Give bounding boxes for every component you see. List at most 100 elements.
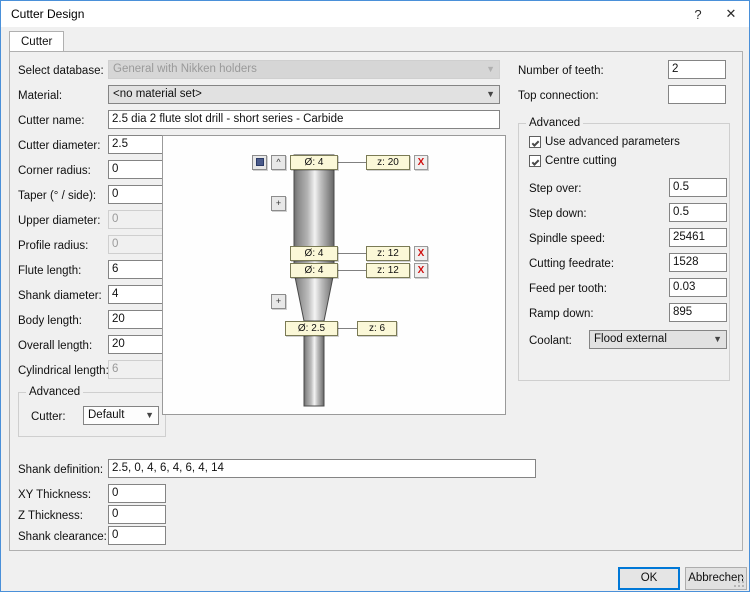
xy-thickness-input[interactable]: 0 [108, 484, 166, 503]
shank-diameter-label: Shank diameter: [18, 290, 102, 302]
cutter-diameter-label: Cutter diameter: [18, 140, 101, 152]
taper-label: Taper (° / side): [18, 190, 97, 202]
annotation-diameter-3[interactable]: Ø: 2.5 [285, 321, 338, 336]
material-value: <no material set> [113, 88, 202, 100]
left-advanced-cutter-combo[interactable]: Default ▼ [83, 406, 159, 425]
leader-line-mid-2 [334, 270, 368, 271]
leader-line-mid-1 [334, 253, 368, 254]
feed-per-tooth-input[interactable]: 0.03 [669, 278, 727, 297]
spindle-speed-input[interactable]: 25461 [669, 228, 727, 247]
title-bar-buttons: ? ✕ [683, 1, 749, 27]
upper-diameter-input: 0 [108, 210, 166, 229]
chevron-down-icon: ▼ [145, 410, 154, 420]
tab-strip: Cutter [9, 31, 741, 52]
leader-line-top [334, 162, 368, 163]
select-database-value: General with Nikken holders [113, 63, 257, 75]
shank-diameter-input[interactable]: 4 [108, 285, 166, 304]
cutting-feedrate-label: Cutting feedrate: [529, 258, 615, 270]
resize-grip[interactable] [734, 577, 746, 589]
chevron-down-icon: ▼ [486, 89, 495, 99]
cutter-name-input[interactable]: 2.5 dia 2 flute slot drill - short serie… [108, 110, 500, 129]
feed-per-tooth-label: Feed per tooth: [529, 283, 607, 295]
annotation-remove-2[interactable]: X [414, 263, 428, 278]
right-advanced-group-title: Advanced [526, 117, 584, 129]
preview-add-section-button-1[interactable]: + [271, 196, 286, 211]
number-of-teeth-label: Number of teeth: [518, 65, 604, 77]
flute-length-label: Flute length: [18, 265, 82, 277]
left-advanced-group: Advanced Cutter: Default ▼ [18, 386, 166, 437]
annotation-diameter-1[interactable]: Ø: 4 [290, 246, 338, 261]
title-bar: Cutter Design ? ✕ [1, 1, 749, 27]
cutter-diameter-input[interactable]: 2.5 [108, 135, 166, 154]
chevron-down-icon: ▼ [486, 64, 495, 74]
select-database-combo[interactable]: General with Nikken holders ▼ [108, 60, 500, 79]
view-square-icon [255, 157, 264, 166]
overall-length-label: Overall length: [18, 340, 93, 352]
flute-length-input[interactable]: 6 [108, 260, 166, 279]
material-combo[interactable]: <no material set> ▼ [108, 85, 500, 104]
checkbox-checked-icon [529, 155, 541, 167]
annotation-diameter-2[interactable]: Ø: 4 [290, 263, 338, 278]
use-advanced-parameters-label: Use advanced parameters [545, 136, 680, 148]
select-database-label: Select database: [18, 65, 104, 77]
cutting-feedrate-input[interactable]: 1528 [669, 253, 727, 272]
profile-radius-label: Profile radius: [18, 240, 89, 252]
left-advanced-group-title: Advanced [26, 386, 84, 398]
step-over-input[interactable]: 0.5 [669, 178, 727, 197]
material-label: Material: [18, 90, 63, 102]
cutter-design-window: Cutter Design ? ✕ Cutter Select database… [0, 0, 750, 592]
coolant-value: Flood external [594, 333, 667, 345]
number-of-teeth-input[interactable]: 2 [668, 60, 726, 79]
preview-view-button[interactable] [252, 155, 267, 170]
coolant-combo[interactable]: Flood external ▼ [589, 330, 727, 349]
body-length-input[interactable]: 20 [108, 310, 166, 329]
corner-radius-input[interactable]: 0 [108, 160, 166, 179]
step-down-label: Step down: [529, 208, 587, 220]
shank-definition-input[interactable]: 2.5, 0, 4, 6, 4, 6, 4, 14 [108, 459, 536, 478]
z-thickness-label: Z Thickness: [18, 510, 83, 522]
xy-thickness-label: XY Thickness: [18, 489, 92, 501]
step-over-label: Step over: [529, 183, 582, 195]
close-icon[interactable]: ✕ [713, 1, 749, 27]
annotation-z-2[interactable]: z: 12 [366, 263, 410, 278]
ok-button[interactable]: OK [618, 567, 680, 590]
taper-input[interactable]: 0 [108, 185, 166, 204]
help-icon[interactable]: ? [683, 1, 713, 27]
overall-length-input[interactable]: 20 [108, 335, 166, 354]
left-advanced-cutter-value: Default [88, 409, 125, 421]
top-connection-label: Top connection: [518, 90, 599, 102]
annotation-z-0[interactable]: z: 20 [366, 155, 410, 170]
annotation-z-3[interactable]: z: 6 [357, 321, 397, 336]
profile-radius-input: 0 [108, 235, 166, 254]
chevron-down-icon: ▼ [713, 334, 722, 344]
cutter-preview-panel[interactable]: ^ Ø: 4 z: 20 X + Ø: 4 z: 12 X Ø: 4 z: 12… [162, 135, 506, 415]
ramp-down-label: Ramp down: [529, 308, 594, 320]
annotation-remove-1[interactable]: X [414, 246, 428, 261]
step-down-input[interactable]: 0.5 [669, 203, 727, 222]
spindle-speed-label: Spindle speed: [529, 233, 606, 245]
shank-clearance-label: Shank clearance: [18, 531, 107, 543]
z-thickness-input[interactable]: 0 [108, 505, 166, 524]
cylindrical-length-input: 6 [108, 360, 166, 379]
annotation-remove-0[interactable]: X [414, 155, 428, 170]
shank-clearance-input[interactable]: 0 [108, 526, 166, 545]
tab-cutter[interactable]: Cutter [9, 31, 65, 52]
right-advanced-group: Advanced Use advanced parameters Centre … [518, 117, 730, 381]
coolant-label: Coolant: [529, 335, 572, 347]
upper-diameter-label: Upper diameter: [18, 215, 101, 227]
use-advanced-parameters-checkbox[interactable]: Use advanced parameters [529, 136, 680, 148]
annotation-diameter-0[interactable]: Ø: 4 [290, 155, 338, 170]
preview-add-section-button-2[interactable]: + [271, 294, 286, 309]
cylindrical-length-label: Cylindrical length: [18, 365, 109, 377]
cutter-name-label: Cutter name: [18, 115, 85, 127]
body-length-label: Body length: [18, 315, 82, 327]
ramp-down-input[interactable]: 895 [669, 303, 727, 322]
left-advanced-cutter-label: Cutter: [31, 411, 66, 423]
shank-definition-label: Shank definition: [18, 464, 104, 476]
corner-radius-label: Corner radius: [18, 165, 91, 177]
top-connection-input[interactable] [668, 85, 726, 104]
annotation-z-1[interactable]: z: 12 [366, 246, 410, 261]
preview-collapse-button[interactable]: ^ [271, 155, 286, 170]
centre-cutting-checkbox[interactable]: Centre cutting [529, 155, 617, 167]
window-title: Cutter Design [11, 7, 85, 21]
